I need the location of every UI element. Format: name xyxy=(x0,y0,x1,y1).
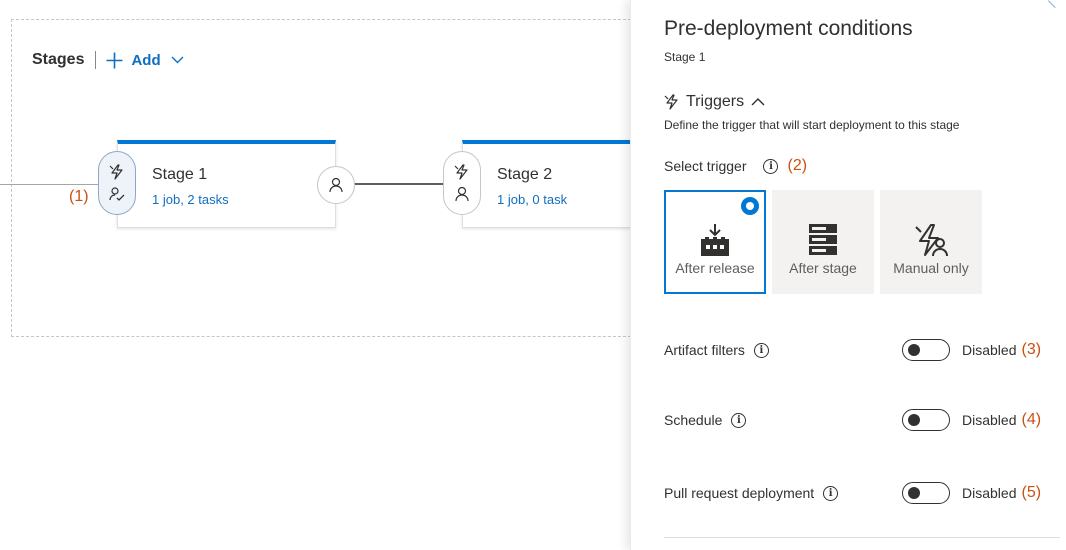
annotation-4: (4) xyxy=(1021,411,1042,428)
artifact-connector-line xyxy=(0,184,100,185)
triggers-description: Define the trigger that will start deplo… xyxy=(664,118,960,132)
stage-connector-line xyxy=(354,183,446,185)
add-stage-button[interactable]: Add xyxy=(106,52,191,69)
artifact-filters-toggle[interactable] xyxy=(902,339,950,361)
divider xyxy=(664,537,1060,538)
selected-check-icon xyxy=(741,197,759,215)
trigger-option-manual-only[interactable]: Manual only xyxy=(880,190,982,294)
info-icon[interactable]: i xyxy=(731,412,747,428)
stage-name: Stage 2 xyxy=(497,166,553,183)
annotation-1: (1) xyxy=(69,188,89,205)
person-icon xyxy=(329,177,343,193)
stages-title: Stages xyxy=(32,51,85,68)
plus-icon xyxy=(106,52,123,68)
trigger-options: After release After stage Manual only xyxy=(664,190,982,294)
schedule-toggle[interactable] xyxy=(902,409,950,431)
select-trigger-row: Select trigger i (2) xyxy=(664,157,807,175)
info-icon[interactable]: i xyxy=(763,158,779,174)
annotation-3: (3) xyxy=(1021,341,1042,358)
schedule-state: Disabled xyxy=(962,412,1017,428)
panel-subtitle: Stage 1 xyxy=(664,50,706,64)
after-stage-icon xyxy=(809,224,837,255)
trigger-option-after-stage[interactable]: After stage xyxy=(772,190,874,294)
pipeline-canvas: Stages Add (1) Stage 1 1 job, 2 tasks St… xyxy=(0,0,651,550)
triggers-section-toggle[interactable]: Triggers xyxy=(664,93,765,111)
chevron-up-icon xyxy=(751,98,765,106)
trigger-option-label: After release xyxy=(675,260,755,276)
manual-only-icon xyxy=(915,224,948,257)
chevron-down-icon xyxy=(171,56,184,64)
after-release-icon xyxy=(701,224,729,256)
annotation-2: (2) xyxy=(787,157,808,174)
stages-header: Stages Add xyxy=(32,48,192,72)
header-separator xyxy=(95,51,97,69)
stage-card-stage-2[interactable]: Stage 2 1 job, 0 task xyxy=(462,140,632,228)
pull-request-deployment-state: Disabled xyxy=(962,485,1017,501)
panel-corner-glyph xyxy=(1047,0,1063,9)
stage-job-summary-link[interactable]: 1 job, 2 tasks xyxy=(152,192,229,207)
post-deployment-conditions-button[interactable] xyxy=(317,166,355,204)
annotation-5: (5) xyxy=(1021,484,1042,501)
lightning-icon xyxy=(454,164,468,180)
info-icon[interactable]: i xyxy=(753,342,769,358)
select-trigger-label: Select trigger xyxy=(664,158,747,174)
person-icon xyxy=(455,186,469,202)
add-stage-label: Add xyxy=(131,51,161,69)
pull-request-deployment-toggle[interactable] xyxy=(902,482,950,504)
trigger-option-after-release[interactable]: After release xyxy=(664,190,766,294)
triggers-icon xyxy=(664,94,678,110)
info-icon[interactable]: i xyxy=(823,485,839,501)
trigger-option-label: Manual only xyxy=(893,260,969,276)
pre-deployment-conditions-button-stage-2[interactable] xyxy=(443,151,481,215)
panel-title: Pre-deployment conditions xyxy=(664,17,913,40)
triggers-section-title: Triggers xyxy=(686,93,745,110)
stage-card-stage-1[interactable]: Stage 1 1 job, 2 tasks xyxy=(117,140,336,228)
artifact-filters-row: Artifact filters i Disabled (3) xyxy=(664,338,1054,362)
lightning-icon xyxy=(109,164,123,180)
schedule-row: Schedule i Disabled (4) xyxy=(664,408,1054,432)
pull-request-deployment-label: Pull request deployment xyxy=(664,485,815,501)
pre-deployment-conditions-button-stage-1[interactable] xyxy=(98,151,136,215)
approver-check-icon xyxy=(109,187,125,201)
stage-name: Stage 1 xyxy=(152,166,208,183)
artifact-filters-state: Disabled xyxy=(962,342,1017,358)
pull-request-deployment-row: Pull request deployment i Disabled (5) xyxy=(664,481,1054,505)
pre-deployment-conditions-panel: Pre-deployment conditions Stage 1 Trigge… xyxy=(630,0,1066,550)
schedule-label: Schedule xyxy=(664,412,723,428)
artifact-filters-label: Artifact filters xyxy=(664,342,745,358)
stage-job-summary-link[interactable]: 1 job, 0 task xyxy=(497,192,567,207)
trigger-option-label: After stage xyxy=(789,260,857,276)
